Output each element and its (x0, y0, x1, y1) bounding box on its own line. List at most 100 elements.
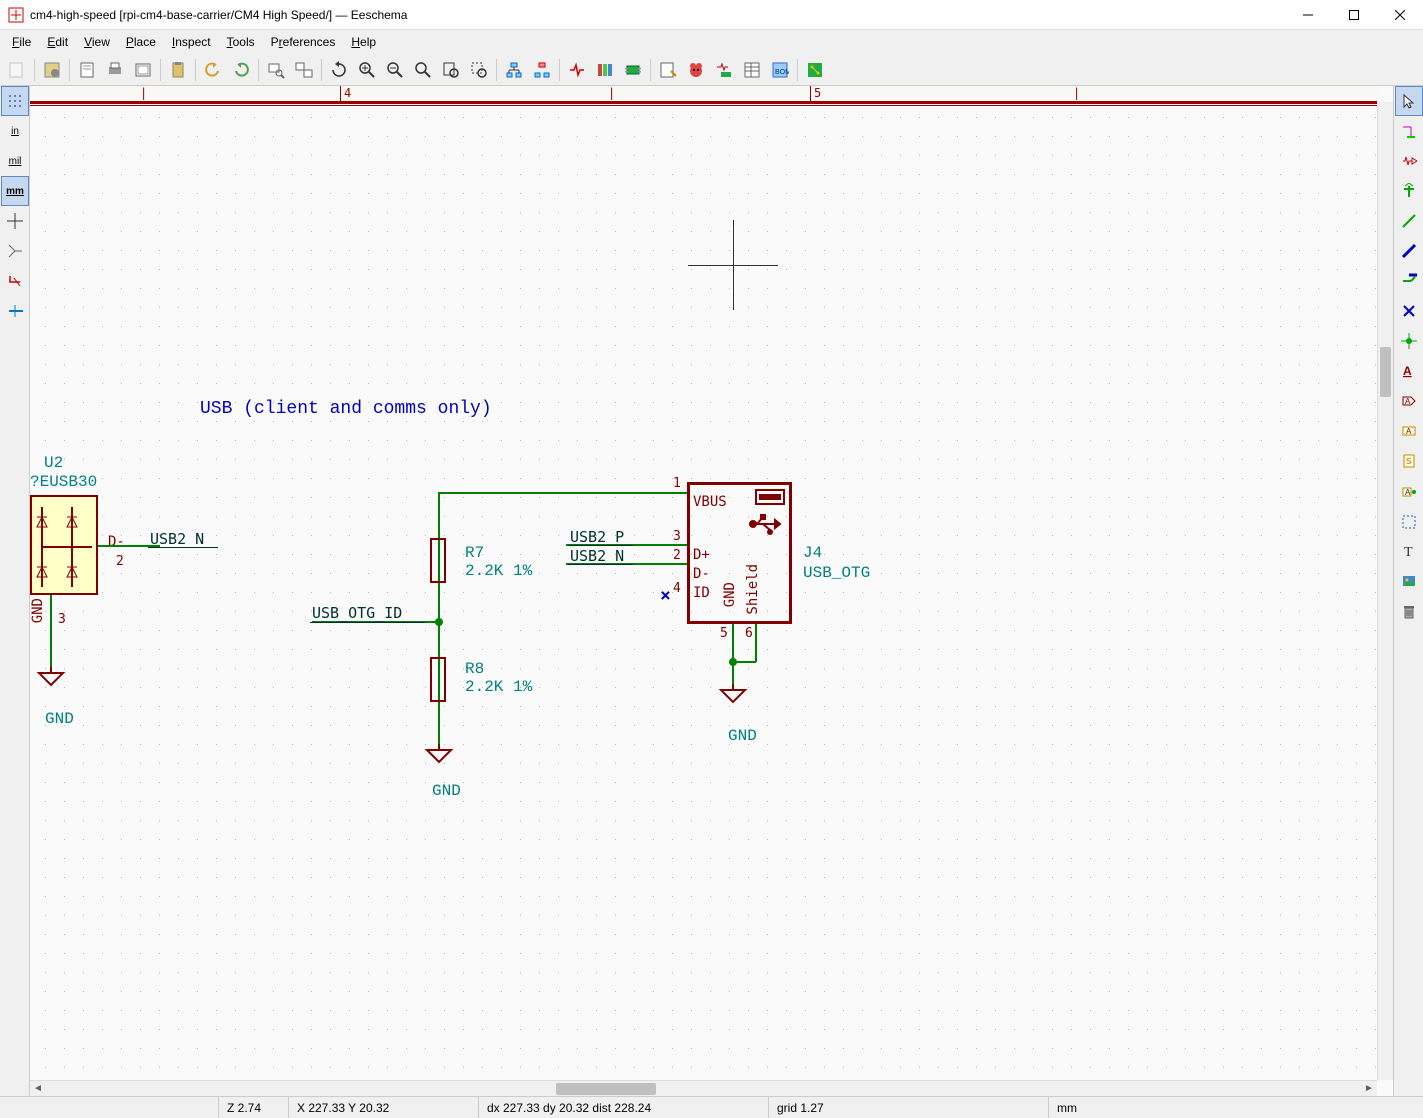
vertical-scrollbar[interactable] (1377, 102, 1393, 1080)
redo-icon[interactable] (228, 57, 254, 83)
schematic-canvas[interactable]: USB (client and comms only) U2 ?EUSB30 (30, 102, 1377, 1080)
horizontal-scrollbar[interactable]: ◄ ► (30, 1080, 1377, 1096)
gnd-label-1: GND (45, 710, 74, 728)
close-button[interactable] (1377, 0, 1423, 30)
svg-text:A: A (1405, 488, 1411, 497)
r8-val: 2.2K 1% (465, 678, 532, 696)
scroll-left-icon[interactable]: ◄ (30, 1081, 46, 1097)
gnd-symbol-1 (36, 667, 66, 687)
titlebar: cm4-high-speed [rpi-cm4-base-carrier/CM4… (0, 0, 1423, 30)
u2-body[interactable] (30, 495, 98, 595)
leave-sheet-icon[interactable] (529, 57, 555, 83)
select-tool-icon[interactable] (1395, 86, 1423, 116)
new-icon[interactable] (4, 57, 30, 83)
net-label-usb2-n[interactable]: USB2_N (150, 530, 204, 548)
unit-mil-button[interactable]: mil (1, 146, 29, 176)
force-hv-icon[interactable] (1, 266, 29, 296)
net-label-usb-otg-id[interactable]: USB_OTG_ID (312, 604, 402, 622)
find-icon[interactable] (263, 57, 289, 83)
place-global-label-icon[interactable]: A (1395, 386, 1423, 416)
svg-text:A: A (1406, 427, 1412, 436)
j4-dplus: D+ (693, 547, 710, 563)
assign-footprints-icon[interactable] (711, 57, 737, 83)
place-netlabel-icon[interactable]: A (1395, 356, 1423, 386)
status-zoom: Z 2.74 (218, 1097, 288, 1118)
library-browser-icon[interactable] (592, 57, 618, 83)
footprint-editor-icon[interactable] (620, 57, 646, 83)
zoom-selection-icon[interactable] (466, 57, 492, 83)
place-sheet-icon[interactable]: S (1395, 446, 1423, 476)
maximize-button[interactable] (1331, 0, 1377, 30)
menu-tools[interactable]: Tools (219, 32, 263, 52)
hidden-pins-icon[interactable] (1, 236, 29, 266)
r7-body[interactable] (430, 538, 446, 583)
zoom-out-icon[interactable] (382, 57, 408, 83)
menu-inspect[interactable]: Inspect (164, 32, 219, 52)
window-title: cm4-high-speed [rpi-cm4-base-carrier/CM4… (30, 8, 1285, 22)
cursor-shape-icon[interactable] (1, 206, 29, 236)
toolbar: BOM (0, 54, 1423, 86)
place-noconnect-icon[interactable] (1395, 296, 1423, 326)
r8-body[interactable] (430, 657, 446, 702)
gnd-label-3: GND (728, 727, 757, 745)
highlight-net-icon[interactable] (1395, 116, 1423, 146)
place-sheet-pin-icon[interactable]: A (1395, 476, 1423, 506)
net-label-usb2-n-2[interactable]: USB2_N (570, 547, 624, 565)
zoom-fit-icon[interactable] (410, 57, 436, 83)
svg-text:S: S (1406, 457, 1411, 466)
edit-fields-icon[interactable] (739, 57, 765, 83)
zoom-in-icon[interactable] (354, 57, 380, 83)
bom-icon[interactable]: BOM (767, 57, 793, 83)
annotate-icon[interactable] (655, 57, 681, 83)
free-angle-icon[interactable] (1, 296, 29, 326)
r7-ref: R7 (465, 544, 484, 562)
j4-dminus: D- (693, 566, 710, 582)
place-hier-label-icon[interactable]: A (1395, 416, 1423, 446)
menu-place[interactable]: Place (118, 32, 164, 52)
j4-pin-4: 4 (673, 581, 681, 596)
undo-icon[interactable] (200, 57, 226, 83)
pcb-icon[interactable] (802, 57, 828, 83)
menu-view[interactable]: View (76, 32, 118, 52)
import-sheet-pin-icon[interactable] (1395, 506, 1423, 536)
scroll-right-icon[interactable]: ► (1361, 1081, 1377, 1097)
j4-vbus: VBUS (693, 494, 727, 510)
refresh-icon[interactable] (326, 57, 352, 83)
page-settings-icon[interactable] (74, 57, 100, 83)
place-power-icon[interactable] (1395, 176, 1423, 206)
erc-icon[interactable] (683, 57, 709, 83)
replace-icon[interactable] (291, 57, 317, 83)
settings-icon[interactable] (39, 57, 65, 83)
canvas-area[interactable]: | 4 | 5 | USB (client and comms only) U2… (30, 86, 1393, 1096)
hierarchy-icon[interactable] (501, 57, 527, 83)
menu-edit[interactable]: Edit (39, 32, 76, 52)
j4-shield-pin: Shield (745, 564, 761, 615)
zoom-page-icon[interactable] (438, 57, 464, 83)
minimize-button[interactable] (1285, 0, 1331, 30)
place-symbol-icon[interactable] (1395, 146, 1423, 176)
place-bus-entry-icon[interactable] (1395, 266, 1423, 296)
unit-mm-button[interactable]: mm (1, 176, 29, 206)
gnd-symbol-3 (718, 684, 748, 704)
u2-pin-3: 3 (58, 612, 66, 627)
left-toolbar: in mil mm (0, 86, 30, 1096)
paste-icon[interactable] (165, 57, 191, 83)
grid-toggle-icon[interactable] (1, 86, 29, 116)
menu-file[interactable]: File (4, 32, 39, 52)
delete-icon[interactable] (1395, 596, 1423, 626)
place-junction-icon[interactable] (1395, 326, 1423, 356)
symbol-editor-icon[interactable] (564, 57, 590, 83)
menu-preferences[interactable]: Preferences (263, 32, 344, 52)
menu-help[interactable]: Help (343, 32, 384, 52)
svg-text:BOM: BOM (775, 69, 789, 76)
place-text-icon[interactable]: T (1395, 536, 1423, 566)
place-bus-icon[interactable] (1395, 236, 1423, 266)
u2-pin-d-minus: D- (108, 534, 125, 550)
plot-icon[interactable] (130, 57, 156, 83)
status-bar: Z 2.74 X 227.33 Y 20.32 dx 227.33 dy 20.… (0, 1096, 1423, 1118)
print-icon[interactable] (102, 57, 128, 83)
unit-in-button[interactable]: in (1, 116, 29, 146)
net-label-usb2-p[interactable]: USB2_P (570, 528, 624, 546)
place-wire-icon[interactable] (1395, 206, 1423, 236)
place-image-icon[interactable] (1395, 566, 1423, 596)
